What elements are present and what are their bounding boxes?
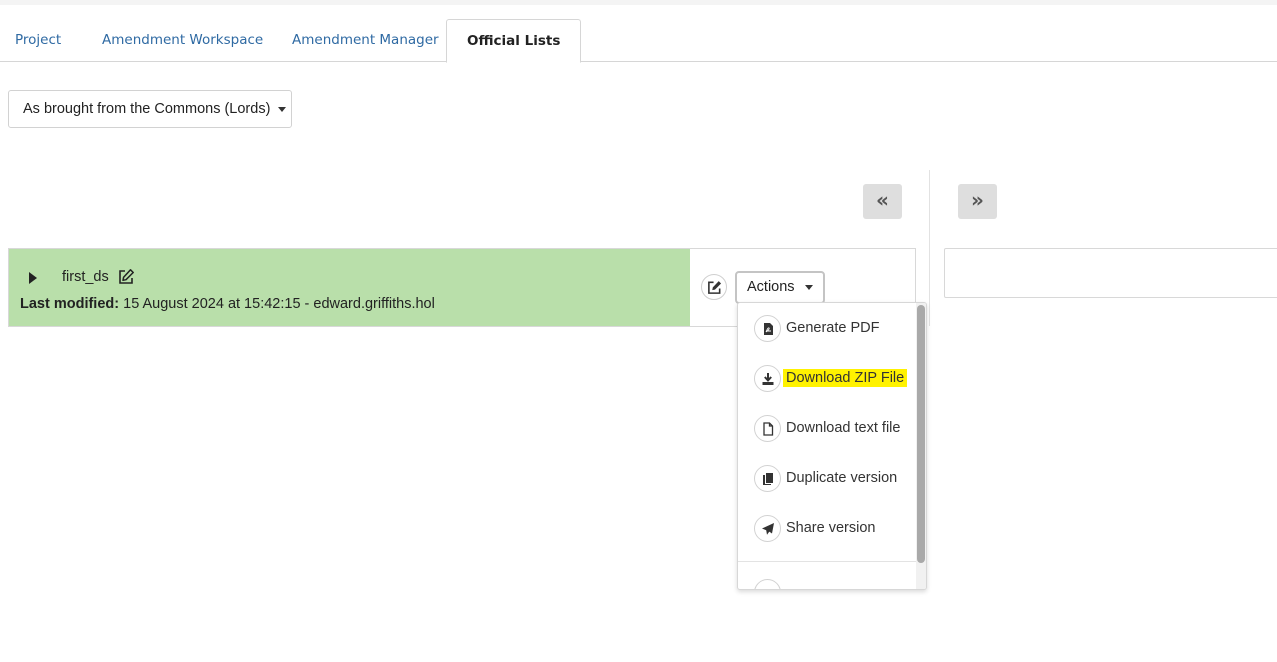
- caret-down-icon: [278, 106, 287, 112]
- actions-button[interactable]: Actions: [735, 271, 825, 304]
- tab-bar: Project Amendment Workspace Amendment Ma…: [0, 19, 1277, 63]
- stage-select-value: As brought from the Commons (Lords): [23, 101, 271, 117]
- menu-item-download-zip[interactable]: Download ZIP File: [754, 364, 914, 394]
- edit-icon: [708, 281, 722, 294]
- actions-label: Actions: [747, 279, 795, 295]
- compare-panel: [944, 248, 1277, 298]
- tab-project[interactable]: Project: [0, 19, 76, 62]
- tab-amendment-manager[interactable]: Amendment Manager: [277, 19, 454, 62]
- menu-item-generate-pdf[interactable]: Generate PDF: [754, 314, 914, 344]
- menu-item-label: Generate PDF: [786, 320, 880, 336]
- file-icon: [754, 415, 781, 442]
- last-modified-value: 15 August 2024 at 15:42:15 - edward.grif…: [123, 296, 435, 312]
- scrollbar-thumb[interactable]: [917, 305, 925, 563]
- delete-icon: [754, 579, 781, 589]
- edit-version-button[interactable]: [701, 274, 727, 300]
- version-name: first_ds: [62, 269, 109, 285]
- tab-amendment-workspace[interactable]: Amendment Workspace: [87, 19, 278, 62]
- dropdown-scrollbar[interactable]: [916, 303, 926, 589]
- next-button[interactable]: »: [958, 184, 997, 219]
- menu-divider: [738, 561, 916, 562]
- menu-item-download-text[interactable]: Download text file: [754, 414, 914, 444]
- file-pdf-icon: [754, 315, 781, 342]
- tab-official-lists[interactable]: Official Lists: [446, 19, 582, 63]
- menu-item-label: Download ZIP File: [783, 369, 908, 387]
- menu-item-share-version[interactable]: Share version: [754, 514, 914, 544]
- previous-button[interactable]: «: [863, 184, 902, 219]
- edit-name-icon[interactable]: [117, 268, 135, 286]
- download-icon: [754, 365, 781, 392]
- expand-triangle-icon[interactable]: [29, 272, 37, 284]
- last-modified: Last modified: 15 August 2024 at 15:42:1…: [20, 296, 435, 312]
- last-modified-label: Last modified:: [20, 296, 120, 312]
- top-strip: [0, 0, 1277, 5]
- column-divider: [929, 170, 930, 326]
- menu-item-label: Download text file: [786, 420, 901, 436]
- copy-icon: [754, 465, 781, 492]
- paper-plane-icon: [754, 515, 781, 542]
- menu-item-duplicate-version[interactable]: Duplicate version: [754, 464, 914, 494]
- menu-item-label: Share version: [786, 520, 876, 536]
- version-info-panel: first_ds Last modified: 15 August 2024 a…: [9, 249, 690, 326]
- caret-down-icon: [804, 284, 813, 290]
- actions-dropdown-menu: Generate PDF Download ZIP File Download …: [737, 302, 927, 590]
- menu-item-label: Duplicate version: [786, 470, 898, 486]
- stage-select[interactable]: As brought from the Commons (Lords): [8, 90, 292, 128]
